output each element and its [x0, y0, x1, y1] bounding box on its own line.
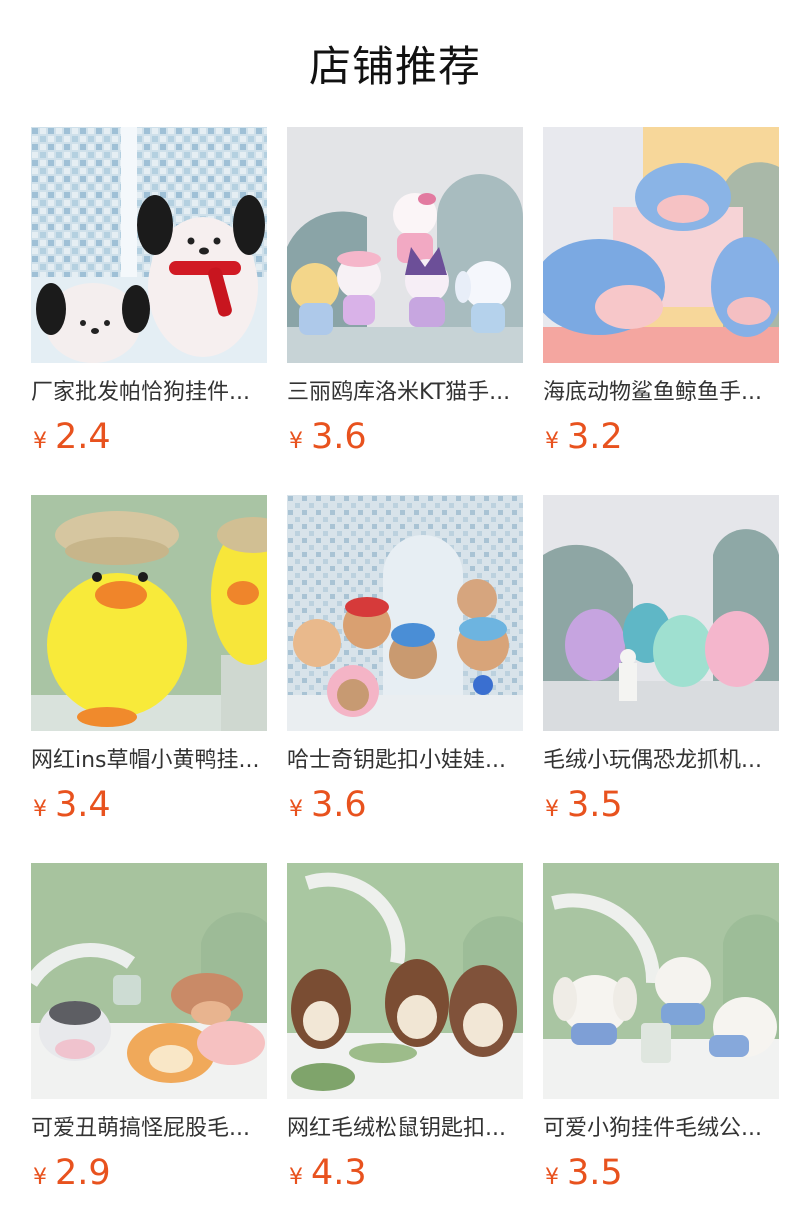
product-image[interactable]: [31, 127, 267, 363]
store-recommend-page: 店铺推荐 厂家批发帕恰狗挂件... ¥ 2.4 三丽鸥库洛米KT猫手... ¥ …: [0, 0, 790, 1232]
puppy-plush-image: [543, 863, 779, 1099]
product-price: ¥2.9: [33, 1151, 111, 1195]
price-value: 3.6: [311, 785, 367, 825]
currency-symbol: ¥: [33, 429, 47, 454]
husky-plush-image: [287, 495, 523, 731]
page-title: 店铺推荐: [308, 42, 481, 91]
product-image[interactable]: [543, 127, 779, 363]
duck-plush-image: [31, 495, 267, 731]
sanrio-plush-image: [287, 127, 523, 363]
price-value: 3.5: [567, 1153, 623, 1193]
product-name[interactable]: 三丽鸥库洛米KT猫手...: [287, 377, 523, 409]
product-price: ¥3.2: [545, 415, 623, 459]
shark-plush-image: [543, 127, 779, 363]
price-value: 4.3: [311, 1153, 367, 1193]
product-price: ¥4.3: [289, 1151, 367, 1195]
product-price: ¥3.6: [289, 415, 367, 459]
price-value: 3.5: [567, 785, 623, 825]
squirrel-plush-image: [287, 863, 523, 1099]
product-image[interactable]: [31, 495, 267, 731]
product-name[interactable]: 毛绒小玩偶恐龙抓机...: [543, 745, 779, 777]
price-value: 2.4: [55, 417, 111, 457]
currency-symbol: ¥: [289, 797, 303, 822]
product-name[interactable]: 哈士奇钥匙扣小娃娃...: [287, 745, 523, 777]
product-name[interactable]: 厂家批发帕恰狗挂件...: [31, 377, 267, 409]
currency-symbol: ¥: [545, 797, 559, 822]
product-name[interactable]: 可爱小狗挂件毛绒公...: [543, 1113, 779, 1145]
product-price: ¥2.4: [33, 415, 111, 459]
butt-plush-image: [31, 863, 267, 1099]
currency-symbol: ¥: [289, 429, 303, 454]
product-price: ¥3.6: [289, 783, 367, 827]
product-image[interactable]: [31, 863, 267, 1099]
product-image[interactable]: [543, 863, 779, 1099]
product-image[interactable]: [287, 863, 523, 1099]
currency-symbol: ¥: [545, 1165, 559, 1190]
price-value: 3.2: [567, 417, 623, 457]
product-price: ¥3.4: [33, 783, 111, 827]
price-value: 3.4: [55, 785, 111, 825]
product-name[interactable]: 可爱丑萌搞怪屁股毛...: [31, 1113, 267, 1145]
product-name[interactable]: 网红ins草帽小黄鸭挂...: [31, 745, 267, 777]
pochacco-plush-image: [31, 127, 267, 363]
dinosaur-plush-image: [543, 495, 779, 731]
currency-symbol: ¥: [33, 1165, 47, 1190]
price-value: 3.6: [311, 417, 367, 457]
product-price: ¥3.5: [545, 783, 623, 827]
product-image[interactable]: [543, 495, 779, 731]
product-name[interactable]: 网红毛绒松鼠钥匙扣...: [287, 1113, 523, 1145]
currency-symbol: ¥: [545, 429, 559, 454]
currency-symbol: ¥: [289, 1165, 303, 1190]
product-price: ¥3.5: [545, 1151, 623, 1195]
price-value: 2.9: [55, 1153, 111, 1193]
product-image[interactable]: [287, 127, 523, 363]
product-name[interactable]: 海底动物鲨鱼鲸鱼手...: [543, 377, 779, 409]
product-image[interactable]: [287, 495, 523, 731]
currency-symbol: ¥: [33, 797, 47, 822]
